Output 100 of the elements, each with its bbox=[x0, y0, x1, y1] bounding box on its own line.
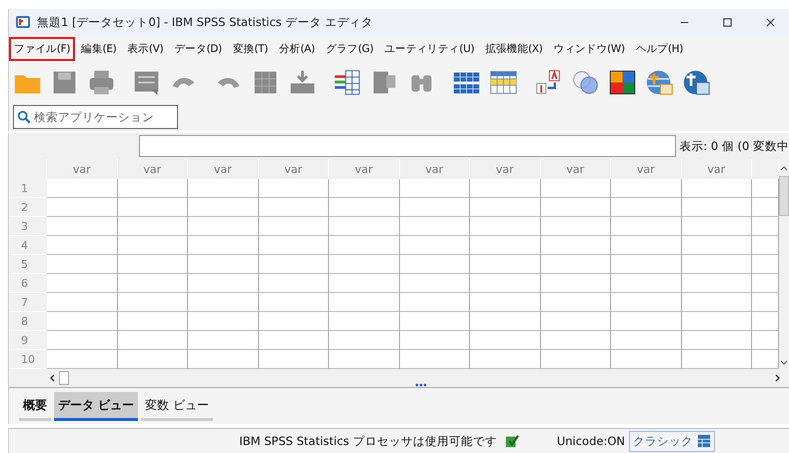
variables-icon[interactable] bbox=[333, 68, 362, 98]
table-cell[interactable] bbox=[470, 217, 540, 236]
column-header[interactable]: var bbox=[329, 159, 400, 180]
table-cell[interactable] bbox=[611, 312, 682, 332]
cell-value-field[interactable] bbox=[139, 135, 676, 158]
table-cell[interactable] bbox=[118, 331, 188, 350]
table-cell[interactable] bbox=[258, 274, 329, 294]
table-cell[interactable] bbox=[470, 179, 540, 198]
table-cell[interactable] bbox=[47, 255, 118, 274]
table-cell[interactable] bbox=[540, 331, 611, 350]
table-cell[interactable] bbox=[682, 312, 752, 332]
table-cell[interactable] bbox=[400, 274, 470, 294]
table-cell[interactable] bbox=[258, 293, 329, 312]
table-cell[interactable] bbox=[611, 236, 682, 256]
row-header[interactable]: 6 bbox=[9, 274, 47, 294]
table-cell[interactable] bbox=[118, 312, 188, 332]
table-cell[interactable] bbox=[188, 293, 258, 312]
print-icon[interactable] bbox=[87, 68, 116, 98]
table-cell[interactable] bbox=[188, 331, 258, 350]
menu-item[interactable]: ユーティリティ(U) bbox=[379, 36, 480, 61]
menu-item[interactable]: ファイル(F) bbox=[9, 36, 76, 61]
table-cell[interactable] bbox=[540, 179, 611, 198]
scroll-thumb[interactable] bbox=[779, 176, 789, 216]
table-cell[interactable] bbox=[188, 312, 258, 332]
table-cell[interactable] bbox=[400, 217, 470, 236]
table-cell[interactable] bbox=[400, 312, 470, 332]
table-cell[interactable] bbox=[470, 312, 540, 332]
table-cell[interactable] bbox=[611, 293, 682, 312]
table-cell[interactable] bbox=[540, 255, 611, 274]
scroll-down-icon[interactable] bbox=[780, 358, 788, 366]
table-cell[interactable] bbox=[540, 198, 611, 218]
menu-item[interactable]: 編集(E) bbox=[76, 36, 122, 61]
splitter-handle-icon[interactable] bbox=[415, 383, 427, 388]
table-cell[interactable] bbox=[258, 255, 329, 274]
column-header[interactable]: var bbox=[682, 159, 752, 180]
table-cell[interactable] bbox=[611, 274, 682, 294]
search-field[interactable]: 検索アプリケーション bbox=[13, 105, 178, 130]
table-cell[interactable] bbox=[118, 255, 188, 274]
row-header[interactable]: 4 bbox=[9, 236, 47, 256]
table-cell[interactable] bbox=[611, 217, 682, 236]
table-cell[interactable] bbox=[47, 274, 118, 294]
menu-item[interactable]: ヘルプ(H) bbox=[630, 36, 688, 61]
column-header[interactable]: var bbox=[400, 159, 470, 180]
table-cell[interactable] bbox=[258, 312, 329, 332]
table-cell[interactable] bbox=[188, 179, 258, 198]
table-cell[interactable] bbox=[329, 198, 400, 218]
table-cell[interactable] bbox=[118, 274, 188, 294]
row-header[interactable]: 5 bbox=[9, 255, 47, 274]
menu-item[interactable]: グラフ(G) bbox=[320, 36, 378, 61]
table-cell[interactable] bbox=[400, 179, 470, 198]
table-cell[interactable] bbox=[470, 274, 540, 294]
table-cell[interactable] bbox=[188, 217, 258, 236]
row-header[interactable]: 8 bbox=[9, 312, 47, 332]
table-cell[interactable] bbox=[118, 293, 188, 312]
table-cell[interactable] bbox=[540, 217, 611, 236]
table-cell[interactable] bbox=[329, 312, 400, 332]
menu-item[interactable]: 表示(V) bbox=[122, 36, 168, 61]
column-header[interactable]: var bbox=[118, 159, 188, 180]
table-cell[interactable] bbox=[682, 255, 752, 274]
table-cell[interactable] bbox=[470, 293, 540, 312]
table-cell[interactable] bbox=[118, 198, 188, 218]
table-cell[interactable] bbox=[470, 331, 540, 350]
table-cell[interactable] bbox=[611, 331, 682, 350]
column-header[interactable]: var bbox=[47, 159, 118, 180]
table-cell[interactable] bbox=[470, 198, 540, 218]
table-cell[interactable] bbox=[188, 274, 258, 294]
table-cell[interactable] bbox=[329, 236, 400, 256]
table-cell[interactable] bbox=[400, 255, 470, 274]
table-cell[interactable] bbox=[540, 312, 611, 332]
close-icon[interactable] bbox=[765, 16, 776, 28]
menu-item[interactable]: データ(D) bbox=[169, 36, 227, 61]
table-cell[interactable] bbox=[400, 331, 470, 350]
table-cell[interactable] bbox=[47, 236, 118, 256]
scroll-left-icon[interactable] bbox=[49, 374, 57, 382]
row-header[interactable]: 10 bbox=[9, 350, 47, 370]
table-cell[interactable] bbox=[329, 255, 400, 274]
table-cell[interactable] bbox=[611, 255, 682, 274]
row-header[interactable]: 3 bbox=[9, 217, 47, 236]
table-cell[interactable] bbox=[118, 179, 188, 198]
table-cell[interactable] bbox=[329, 179, 400, 198]
globe-icon[interactable] bbox=[645, 68, 674, 98]
view-tab[interactable]: データ ビュー bbox=[54, 392, 138, 421]
scroll-right-icon[interactable] bbox=[773, 374, 781, 382]
table-cell[interactable] bbox=[47, 217, 118, 236]
table-cell[interactable] bbox=[400, 236, 470, 256]
table-cell[interactable] bbox=[47, 198, 118, 218]
table-cell[interactable] bbox=[329, 331, 400, 350]
table-cell[interactable] bbox=[682, 331, 752, 350]
row-header[interactable]: 9 bbox=[9, 331, 47, 350]
column-header[interactable]: var bbox=[470, 159, 540, 180]
column-header[interactable]: var bbox=[188, 159, 258, 180]
table-cell[interactable] bbox=[188, 198, 258, 218]
table-cell[interactable] bbox=[540, 293, 611, 312]
menu-item[interactable]: ウィンドウ(W) bbox=[548, 36, 630, 61]
table-cell[interactable] bbox=[258, 217, 329, 236]
table-cell[interactable] bbox=[611, 179, 682, 198]
table-cell[interactable] bbox=[47, 179, 118, 198]
menu-item[interactable]: 拡張機能(X) bbox=[480, 36, 548, 61]
maximize-icon[interactable] bbox=[722, 16, 733, 28]
mode-indicator[interactable]: クラシック bbox=[629, 430, 715, 452]
